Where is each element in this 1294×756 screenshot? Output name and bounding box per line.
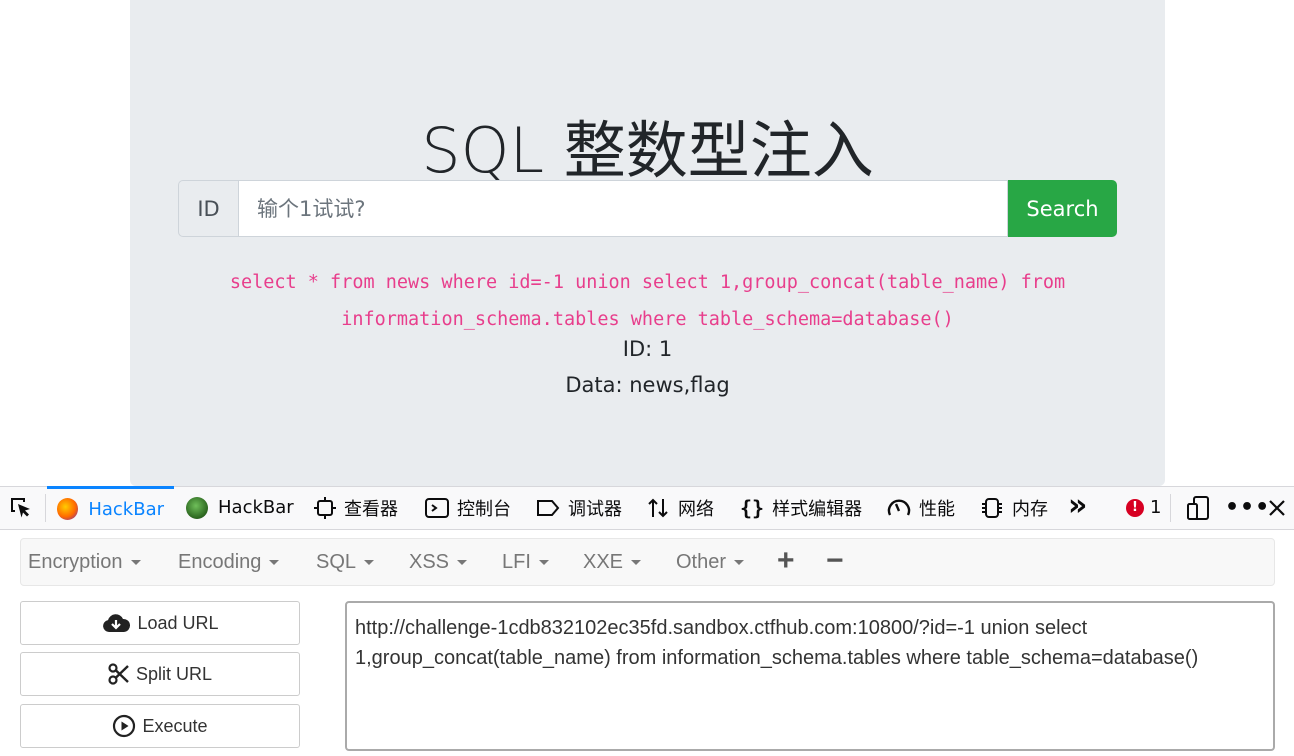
caret-down-icon	[631, 559, 642, 565]
inspector-icon	[314, 496, 336, 519]
result-id: ID: 1	[622, 337, 673, 361]
more-options-icon: •••	[1225, 495, 1271, 520]
error-count: 1	[1150, 497, 1162, 518]
tab-hackbar-2[interactable]: HackBar	[186, 486, 294, 529]
toolbar-separator	[1170, 494, 1171, 522]
execute-button[interactable]: Execute	[20, 704, 300, 748]
tab-label: HackBar	[218, 497, 294, 518]
menu-encryption[interactable]: Encryption	[28, 539, 141, 585]
search-form: ID Search	[178, 180, 1117, 237]
style-editor-icon: {}	[740, 495, 765, 520]
caret-down-icon	[364, 559, 375, 565]
close-icon	[1269, 499, 1285, 516]
button-label: Load URL	[137, 612, 219, 633]
toolbar-separator	[45, 494, 46, 522]
tab-label: 查看器	[344, 498, 398, 520]
hackbar-icon	[186, 496, 208, 519]
caret-down-icon	[734, 559, 745, 565]
tab-debugger[interactable]: 调试器	[536, 486, 622, 529]
tab-label: 调试器	[568, 498, 622, 520]
element-picker-button[interactable]	[8, 486, 34, 529]
sql-query-text: select * from news where id=-1 union sel…	[229, 272, 1066, 330]
chevron-double-right-icon: »	[1068, 488, 1088, 523]
responsive-mode-button[interactable]	[1186, 486, 1212, 529]
console-icon	[425, 497, 449, 518]
menu-other[interactable]: Other	[676, 539, 745, 585]
plus-icon: +	[777, 544, 795, 577]
menu-label: Encoding	[178, 550, 262, 573]
tab-hackbar-1[interactable]: HackBar	[47, 486, 174, 529]
menu-label: Encryption	[28, 550, 123, 573]
menu-label: SQL	[316, 550, 357, 573]
button-label: Execute	[142, 715, 208, 736]
play-circle-icon	[113, 714, 136, 738]
menu-xxe[interactable]: XXE	[583, 539, 642, 585]
id-input[interactable]	[238, 180, 1008, 237]
menu-label: XSS	[409, 550, 450, 573]
caret-down-icon	[130, 559, 141, 565]
menu-label: Other	[676, 550, 727, 573]
tab-console[interactable]: 控制台	[425, 486, 511, 529]
options-menu-button[interactable]: •••	[1225, 486, 1270, 529]
debugger-icon	[537, 499, 560, 516]
scissors-icon	[108, 663, 129, 685]
page: SQL 整数型注入 ID Search select * from news w…	[0, 0, 1294, 756]
element-picker-icon	[11, 497, 30, 517]
performance-icon	[887, 498, 911, 516]
minus-icon: −	[826, 544, 844, 577]
tab-style-editor[interactable]: {} 样式编辑器	[740, 486, 862, 529]
tab-label: 内存	[1012, 498, 1048, 520]
firefox-icon	[57, 498, 79, 520]
responsive-design-icon	[1187, 495, 1209, 520]
more-tools-button[interactable]: »	[1068, 484, 1087, 527]
memory-icon	[982, 497, 1002, 518]
tab-performance[interactable]: 性能	[887, 486, 955, 529]
remove-field-button[interactable]: −	[826, 538, 844, 584]
load-url-button[interactable]: Load URL	[20, 601, 300, 645]
split-url-button[interactable]: Split URL	[20, 652, 300, 696]
url-textarea[interactable]: http://challenge-1cdb832102ec35fd.sandbo…	[345, 601, 1275, 751]
close-devtools-button[interactable]	[1267, 486, 1287, 529]
tab-label: 样式编辑器	[772, 498, 863, 520]
tab-label: HackBar	[88, 498, 164, 520]
caret-down-icon	[538, 559, 549, 565]
jumbotron: SQL 整数型注入 ID Search select * from news w…	[130, 0, 1165, 486]
menu-lfi[interactable]: LFI	[502, 539, 549, 585]
network-icon	[648, 498, 668, 517]
error-icon: !	[1126, 498, 1144, 517]
menu-sql[interactable]: SQL	[316, 539, 375, 585]
button-label: Split URL	[135, 663, 213, 684]
tab-memory[interactable]: 内存	[980, 486, 1048, 529]
page-title: SQL 整数型注入	[421, 114, 874, 187]
tab-label: 性能	[919, 498, 955, 520]
add-field-button[interactable]: +	[777, 538, 795, 584]
menu-encoding[interactable]: Encoding	[178, 539, 280, 585]
tab-network[interactable]: 网络	[646, 486, 714, 529]
caret-down-icon	[457, 559, 468, 565]
cloud-download-icon	[103, 614, 131, 632]
menu-label: LFI	[502, 550, 531, 573]
id-label: ID	[178, 180, 238, 237]
tab-label: 控制台	[457, 498, 511, 520]
caret-down-icon	[269, 559, 280, 565]
error-count-badge[interactable]: ! 1	[1126, 486, 1161, 529]
result-data: Data: news,flag	[565, 373, 730, 397]
menu-label: XXE	[583, 550, 624, 573]
tab-label: 网络	[678, 498, 714, 520]
tab-inspector[interactable]: 查看器	[314, 486, 398, 529]
search-button[interactable]: Search	[1008, 180, 1117, 237]
menu-xss[interactable]: XSS	[409, 539, 468, 585]
